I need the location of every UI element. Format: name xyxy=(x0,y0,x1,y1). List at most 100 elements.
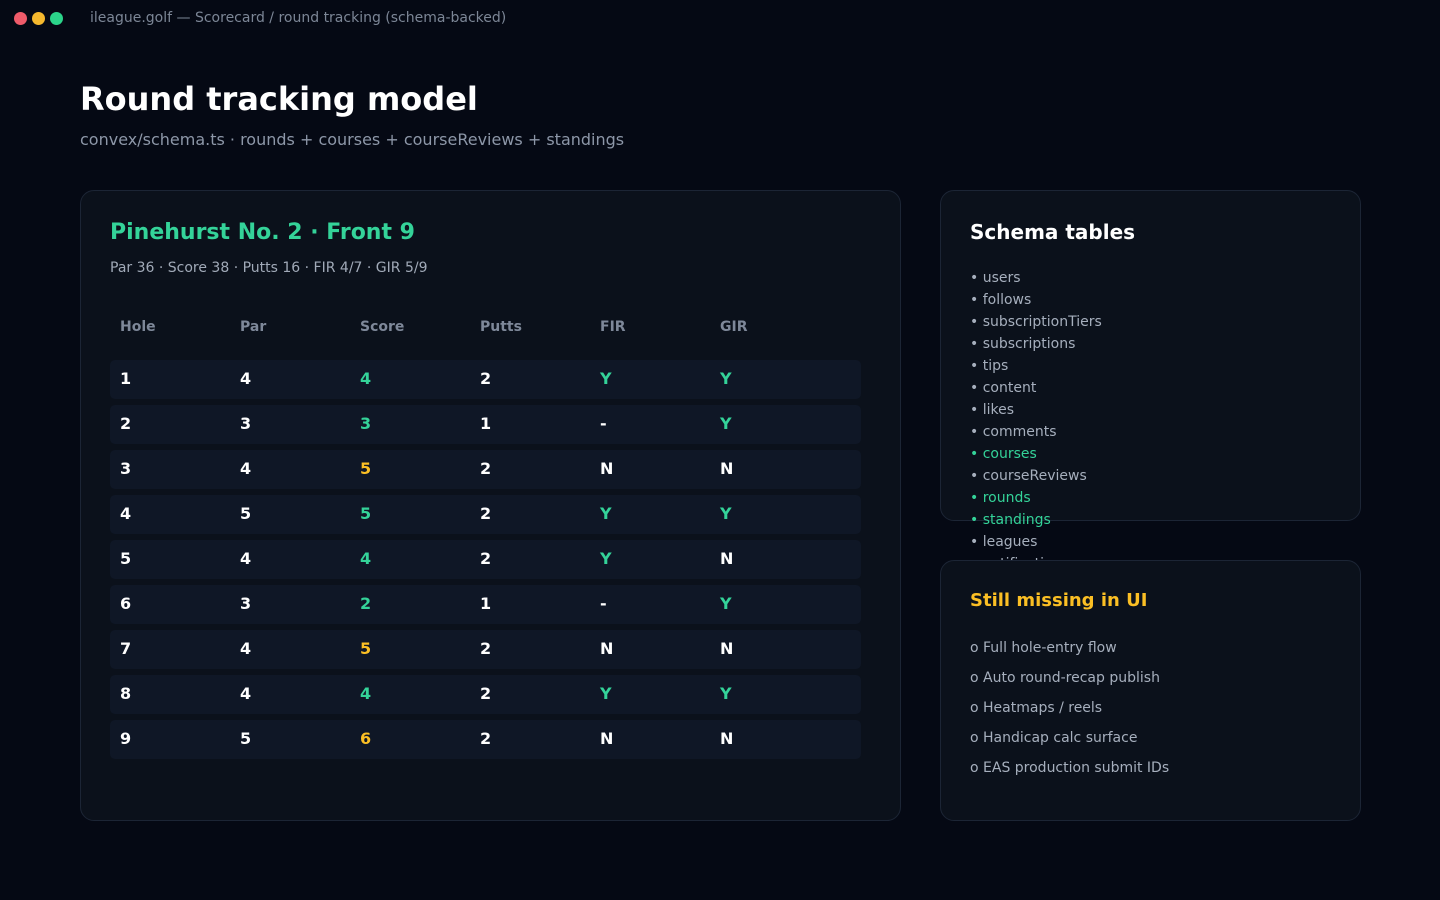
par-cell: 4 xyxy=(240,369,252,388)
schema-item-likes[interactable]: • likes xyxy=(970,400,1340,422)
score-cell[interactable]: 5 xyxy=(360,504,371,523)
schema-item-comments[interactable]: • comments xyxy=(970,422,1340,444)
missing-item-eas-submit: o EAS production submit IDs xyxy=(970,760,1170,776)
putts-cell[interactable]: 2 xyxy=(480,504,491,523)
column-header-putts[interactable]: Putts xyxy=(480,319,522,335)
hole-cell: 8 xyxy=(120,684,132,703)
fir-cell[interactable]: - xyxy=(600,414,607,433)
putts-cell[interactable]: 2 xyxy=(480,549,491,568)
schema-item-tips[interactable]: • tips xyxy=(970,356,1340,378)
fir-cell[interactable]: Y xyxy=(600,549,612,568)
gir-cell[interactable]: N xyxy=(720,549,733,568)
table-row[interactable]: 7 4 5 2 N N xyxy=(110,630,861,669)
putts-cell[interactable]: 2 xyxy=(480,729,491,748)
schema-item-follows[interactable]: • follows xyxy=(970,290,1340,312)
table-row[interactable]: 3 4 5 2 N N xyxy=(110,450,861,489)
par-cell: 4 xyxy=(240,684,252,703)
round-summary: Par 36 · Score 38 · Putts 16 · FIR 4/7 ·… xyxy=(110,260,428,276)
schema-item-courses[interactable]: • courses xyxy=(970,444,1340,466)
title-bar: ileague.golf — Scorecard / round trackin… xyxy=(0,0,1440,38)
schema-item-subscription-tiers[interactable]: • subscriptionTiers xyxy=(970,312,1340,334)
table-row[interactable]: 2 3 3 1 - Y xyxy=(110,405,861,444)
scorecard-header-row: Hole Par Score Putts FIR GIR xyxy=(110,319,861,339)
window-title: ileague.golf — Scorecard / round trackin… xyxy=(90,10,507,26)
column-header-hole[interactable]: Hole xyxy=(120,319,156,335)
gir-cell[interactable]: Y xyxy=(720,504,732,523)
column-header-gir[interactable]: GIR xyxy=(720,319,747,335)
gir-cell[interactable]: Y xyxy=(720,594,732,613)
par-cell: 3 xyxy=(240,414,252,433)
score-cell[interactable]: 4 xyxy=(360,684,371,703)
schema-item-users[interactable]: • users xyxy=(970,268,1340,290)
score-cell[interactable]: 5 xyxy=(360,459,371,478)
score-cell[interactable]: 6 xyxy=(360,729,371,748)
column-header-fir[interactable]: FIR xyxy=(600,319,626,335)
missing-item-handicap: o Handicap calc surface xyxy=(970,730,1138,746)
table-row[interactable]: 9 5 6 2 N N xyxy=(110,720,861,759)
table-row[interactable]: 8 4 4 2 Y Y xyxy=(110,675,861,714)
schema-item-content[interactable]: • content xyxy=(970,378,1340,400)
page-subtitle: convex/schema.ts · rounds + courses + co… xyxy=(80,130,625,149)
fir-cell[interactable]: Y xyxy=(600,504,612,523)
table-row[interactable]: 6 3 2 1 - Y xyxy=(110,585,861,624)
putts-cell[interactable]: 2 xyxy=(480,639,491,658)
score-cell[interactable]: 4 xyxy=(360,369,371,388)
missing-item-hole-entry: o Full hole-entry flow xyxy=(970,640,1117,656)
page-title: Round tracking model xyxy=(80,80,478,118)
hole-cell: 2 xyxy=(120,414,132,433)
hole-cell: 4 xyxy=(120,504,132,523)
schema-item-leagues[interactable]: • leagues xyxy=(970,532,1340,554)
schema-item-subscriptions[interactable]: • subscriptions xyxy=(970,334,1340,356)
hole-cell: 3 xyxy=(120,459,132,478)
missing-item-heatmaps: o Heatmaps / reels xyxy=(970,700,1103,716)
fir-cell[interactable]: N xyxy=(600,639,613,658)
missing-in-ui-title: Still missing in UI xyxy=(970,590,1148,611)
minimize-window-button[interactable] xyxy=(32,12,45,25)
gir-cell[interactable]: N xyxy=(720,639,733,658)
hole-cell: 9 xyxy=(120,729,132,748)
putts-cell[interactable]: 2 xyxy=(480,369,491,388)
missing-item-round-recap: o Auto round-recap publish xyxy=(970,670,1160,686)
column-header-par[interactable]: Par xyxy=(240,319,266,335)
gir-cell[interactable]: Y xyxy=(720,684,732,703)
schema-tables-list: • users • follows • subscriptionTiers • … xyxy=(970,268,1340,564)
putts-cell[interactable]: 1 xyxy=(480,414,491,433)
score-cell[interactable]: 4 xyxy=(360,549,371,568)
hole-cell: 7 xyxy=(120,639,132,658)
column-header-score[interactable]: Score xyxy=(360,319,404,335)
schema-item-rounds[interactable]: • rounds xyxy=(970,488,1340,510)
score-cell[interactable]: 5 xyxy=(360,639,371,658)
schema-item-course-reviews[interactable]: • courseReviews xyxy=(970,466,1340,488)
score-cell[interactable]: 3 xyxy=(360,414,371,433)
hole-cell: 6 xyxy=(120,594,132,613)
gir-cell[interactable]: N xyxy=(720,729,733,748)
putts-cell[interactable]: 1 xyxy=(480,594,491,613)
gir-cell[interactable]: Y xyxy=(720,414,732,433)
fir-cell[interactable]: N xyxy=(600,729,613,748)
hole-cell: 1 xyxy=(120,369,132,388)
schema-tables-title: Schema tables xyxy=(970,220,1136,244)
score-cell[interactable]: 2 xyxy=(360,594,371,613)
par-cell: 5 xyxy=(240,729,252,748)
par-cell: 5 xyxy=(240,504,252,523)
par-cell: 4 xyxy=(240,549,252,568)
par-cell: 3 xyxy=(240,594,252,613)
table-row[interactable]: 4 5 5 2 Y Y xyxy=(110,495,861,534)
schema-item-standings[interactable]: • standings xyxy=(970,510,1340,532)
putts-cell[interactable]: 2 xyxy=(480,459,491,478)
putts-cell[interactable]: 2 xyxy=(480,684,491,703)
maximize-window-button[interactable] xyxy=(50,12,63,25)
table-row[interactable]: 1 4 4 2 Y Y xyxy=(110,360,861,399)
gir-cell[interactable]: Y xyxy=(720,369,732,388)
table-row[interactable]: 5 4 4 2 Y N xyxy=(110,540,861,579)
fir-cell[interactable]: N xyxy=(600,459,613,478)
fir-cell[interactable]: Y xyxy=(600,369,612,388)
hole-cell: 5 xyxy=(120,549,132,568)
close-window-button[interactable] xyxy=(14,12,27,25)
course-title: Pinehurst No. 2 · Front 9 xyxy=(110,220,415,245)
fir-cell[interactable]: - xyxy=(600,594,607,613)
gir-cell[interactable]: N xyxy=(720,459,733,478)
missing-in-ui-list: o Full hole-entry flow o Auto round-reca… xyxy=(970,638,1340,788)
par-cell: 4 xyxy=(240,459,252,478)
fir-cell[interactable]: Y xyxy=(600,684,612,703)
